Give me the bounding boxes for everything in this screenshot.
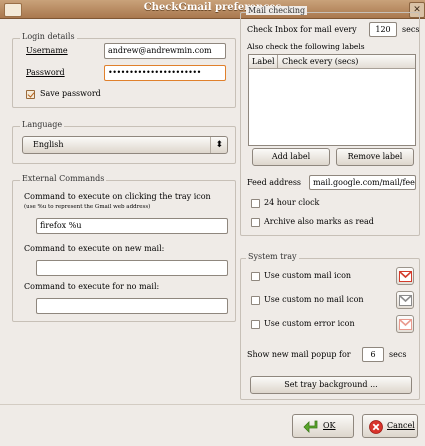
save-password-checkbox[interactable]	[26, 90, 35, 99]
no-mail-icon-button[interactable]	[396, 291, 414, 309]
mail-checking-legend: Mail checking	[246, 6, 308, 15]
archive-marks-read-checkbox[interactable]	[251, 218, 260, 227]
custom-no-mail-icon-checkbox[interactable]	[251, 296, 260, 305]
tray-click-command-hint: (use %u to represent the Gmail web addre…	[24, 204, 151, 210]
cancel-icon	[369, 420, 383, 434]
custom-error-icon-checkbox[interactable]	[251, 320, 260, 329]
no-mail-command-field[interactable]	[36, 298, 228, 314]
custom-mail-icon-checkbox[interactable]	[251, 272, 260, 281]
custom-error-icon-label: Use custom error icon	[264, 319, 355, 328]
ok-arrow-icon	[303, 420, 318, 433]
username-field[interactable]: andrew@andrewmin.com	[104, 43, 226, 59]
add-label-button[interactable]: Add label	[252, 148, 330, 166]
language-select[interactable]: English ⬍	[22, 136, 228, 154]
username-label-text: Username	[26, 46, 68, 55]
archive-marks-read-label: Archive also marks as read	[264, 217, 374, 226]
column-divider	[277, 55, 278, 68]
footer-divider	[0, 404, 425, 405]
custom-mail-icon-label: Use custom mail icon	[264, 271, 352, 280]
feed-address-label: Feed address	[247, 178, 302, 187]
tray-click-command-field[interactable]: firefox %u	[36, 218, 228, 234]
mail-icon-button[interactable]	[396, 267, 414, 285]
popup-duration-label: Show new mail popup for	[247, 350, 351, 359]
tray-click-command-label: Command to execute on clicking the tray …	[24, 192, 211, 201]
labels-intro: Also check the following labels	[247, 42, 365, 51]
check-inbox-unit: secs	[402, 25, 420, 34]
ok-button[interactable]: OK	[292, 414, 354, 438]
cancel-button[interactable]: Cancel	[362, 414, 418, 438]
save-password-label: Save password	[40, 89, 101, 98]
language-selected-value: English	[33, 140, 64, 149]
password-label: Password	[26, 68, 65, 77]
custom-no-mail-icon-label: Use custom no mail icon	[264, 295, 364, 304]
popup-duration-unit: secs	[389, 350, 407, 359]
new-mail-command-field[interactable]	[36, 260, 228, 276]
check-inbox-label: Check Inbox for mail every	[247, 25, 357, 34]
error-icon-button[interactable]	[396, 315, 414, 333]
language-legend: Language	[20, 120, 65, 129]
24-hour-clock-checkbox[interactable]	[251, 199, 260, 208]
password-field[interactable]: ••••••••••••••••••••••	[104, 65, 226, 81]
no-mail-command-label: Command to execute for no mail:	[24, 282, 160, 291]
labels-table-header: Label Check every (secs)	[249, 55, 415, 69]
ok-label: OK	[323, 421, 336, 430]
check-every-column-header[interactable]: Check every (secs)	[282, 57, 358, 66]
spin-arrows-icon: ⬍	[210, 137, 223, 153]
cancel-label: Cancel	[387, 421, 415, 430]
new-mail-command-label: Command to execute on new mail:	[24, 244, 165, 253]
gmail-pink-icon	[399, 319, 412, 330]
password-label-text: Password	[26, 68, 65, 77]
label-column-header[interactable]: Label	[252, 57, 275, 66]
username-label: Username	[26, 46, 68, 55]
system-tray-legend: System tray	[246, 252, 299, 261]
gmail-red-icon	[399, 271, 412, 282]
labels-table[interactable]: Label Check every (secs)	[248, 54, 416, 146]
set-tray-background-button[interactable]: Set tray background ...	[250, 376, 412, 394]
login-details-legend: Login details	[20, 32, 77, 41]
gmail-grey-icon	[399, 295, 412, 306]
external-commands-legend: External Commands	[20, 174, 107, 183]
popup-duration-field[interactable]: 6	[362, 347, 384, 362]
feed-address-field[interactable]: mail.google.com/mail/feed/atom	[309, 175, 416, 190]
24-hour-clock-label: 24 hour clock	[264, 198, 320, 207]
check-inbox-interval-field[interactable]: 120	[369, 22, 397, 37]
remove-label-button[interactable]: Remove label	[336, 148, 414, 166]
